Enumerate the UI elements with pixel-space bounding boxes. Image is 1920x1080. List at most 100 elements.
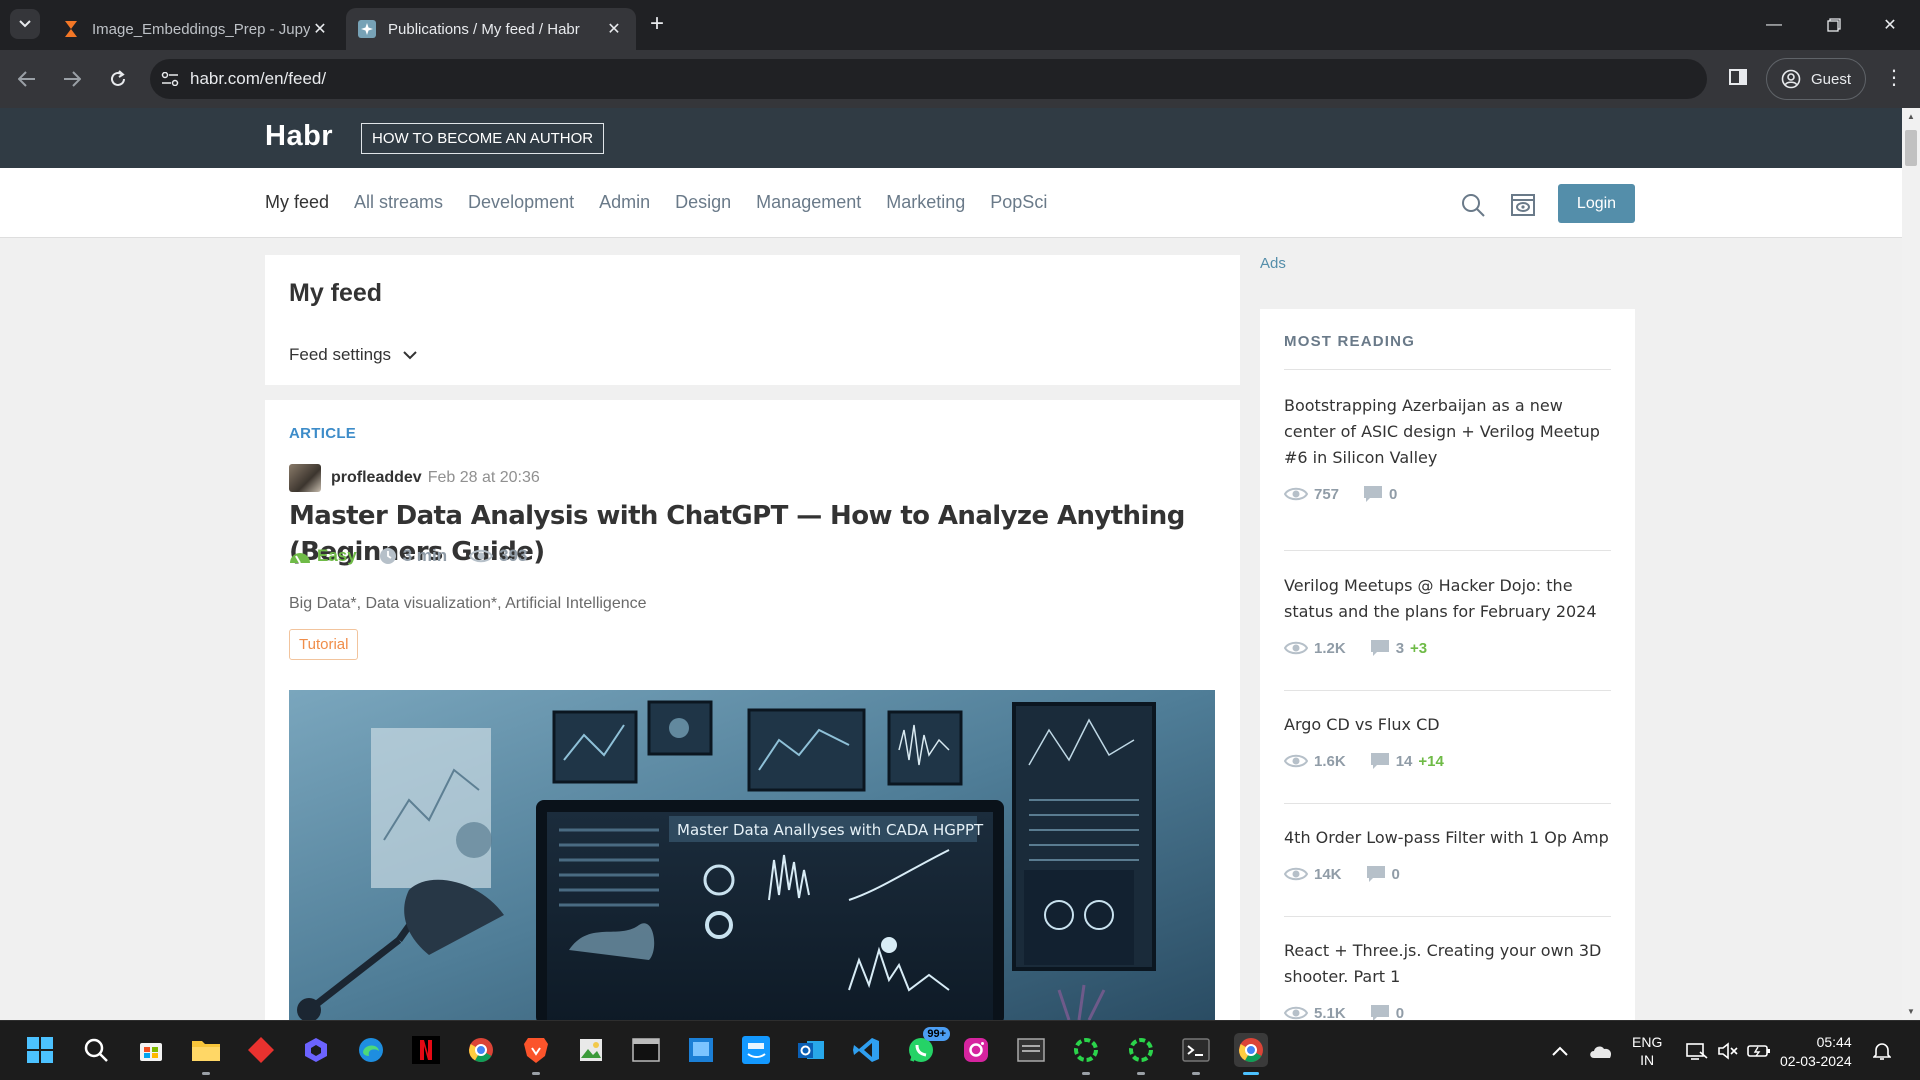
nav-all-streams[interactable]: All streams xyxy=(354,192,443,213)
outlook-icon[interactable] xyxy=(794,1033,828,1067)
site-info-icon[interactable] xyxy=(150,72,190,86)
tutorial-tag[interactable]: Tutorial xyxy=(289,629,359,660)
feed-settings-label: Feed settings xyxy=(289,345,392,364)
file-explorer-icon[interactable] xyxy=(189,1033,223,1075)
post-title[interactable]: Bootstrapping Azerbaijan as a new center… xyxy=(1284,393,1611,471)
feed-settings-toggle[interactable]: Feed settings xyxy=(289,345,417,365)
network-icon[interactable] xyxy=(1686,1021,1708,1080)
tab-search-button[interactable] xyxy=(10,9,40,39)
article-lead-image[interactable]: Master Data Anallyses with CADA HGPPT xyxy=(289,690,1215,1020)
vscode-icon[interactable] xyxy=(849,1033,883,1067)
restore-icon[interactable] xyxy=(1804,0,1864,50)
address-bar[interactable]: habr.com/en/feed/ xyxy=(150,59,1707,99)
close-tab-icon[interactable]: ✕ xyxy=(310,19,330,39)
post-title[interactable]: Argo CD vs Flux CD xyxy=(1284,712,1611,738)
language-indicator[interactable]: ENG IN xyxy=(1632,1021,1662,1080)
page-scrollbar[interactable]: ▲ ▼ xyxy=(1902,108,1920,1020)
microsoft-store-icon[interactable] xyxy=(134,1033,168,1067)
chevron-down-icon xyxy=(403,350,417,359)
scroll-up-icon[interactable]: ▲ xyxy=(1907,112,1915,121)
app-window-gray-icon[interactable] xyxy=(1014,1033,1048,1067)
reload-icon[interactable] xyxy=(103,64,133,94)
chrome-active-icon[interactable] xyxy=(1234,1033,1268,1075)
browser-menu-icon[interactable]: ⋮ xyxy=(1884,66,1904,90)
notification-bell-icon[interactable] xyxy=(1873,1021,1891,1080)
ads-label[interactable]: Ads xyxy=(1260,255,1286,272)
scroll-down-icon[interactable]: ▼ xyxy=(1907,1007,1915,1016)
article-hubs[interactable]: Big Data*, Data visualization*, Artifici… xyxy=(289,595,647,613)
login-button[interactable]: Login xyxy=(1558,184,1635,223)
become-author-button[interactable]: HOW TO BECOME AN AUTHOR xyxy=(361,123,605,154)
tab-jupyter[interactable]: Image_Embeddings_Prep - Jupy ✕ xyxy=(50,8,342,50)
app-blue-window-icon[interactable] xyxy=(684,1033,718,1067)
comments-count[interactable]: 0 xyxy=(1370,1004,1410,1020)
clock-date: 02-03-2024 xyxy=(1780,1053,1852,1069)
habr-header: Habr HOW TO BECOME AN AUTHOR xyxy=(0,108,1902,168)
feed-header-card: My feed Feed settings xyxy=(265,255,1240,385)
nav-management[interactable]: Management xyxy=(756,192,861,213)
close-window-icon[interactable]: ✕ xyxy=(1860,0,1920,50)
nav-popsci[interactable]: PopSci xyxy=(990,192,1047,213)
terminal-icon[interactable] xyxy=(1179,1033,1213,1075)
divider xyxy=(1284,369,1611,370)
new-tab-icon[interactable]: + xyxy=(650,10,664,38)
running-indicator xyxy=(1137,1072,1145,1075)
close-tab-icon[interactable]: ✕ xyxy=(604,19,624,39)
volume-muted-icon[interactable] xyxy=(1717,1021,1739,1080)
avatar[interactable] xyxy=(289,464,321,492)
battery-icon[interactable] xyxy=(1747,1021,1771,1080)
reading-settings-icon[interactable] xyxy=(1510,192,1536,218)
windows-start-icon[interactable] xyxy=(23,1033,57,1067)
search-icon[interactable] xyxy=(1460,192,1486,218)
comments-count[interactable]: 14 +14 xyxy=(1370,752,1444,770)
nav-design[interactable]: Design xyxy=(675,192,731,213)
post-title[interactable]: 4th Order Low-pass Filter with 1 Op Amp xyxy=(1284,825,1611,851)
comment-icon xyxy=(1370,753,1389,769)
whatsapp-icon[interactable]: 99+ xyxy=(904,1027,950,1067)
profile-button[interactable]: Guest xyxy=(1766,58,1866,100)
comments-value: 0 xyxy=(1395,1004,1405,1021)
divider xyxy=(1284,550,1611,551)
article-meta: Easy 3 min 393 xyxy=(289,546,527,566)
side-panel-icon[interactable] xyxy=(1728,67,1748,87)
comments-value: 0 xyxy=(1391,865,1400,883)
eye-icon xyxy=(1284,1006,1308,1020)
scrollbar-thumb[interactable] xyxy=(1905,130,1917,166)
terminal-window-icon[interactable] xyxy=(629,1033,663,1067)
chrome-icon[interactable] xyxy=(464,1033,498,1067)
netflix-icon[interactable] xyxy=(409,1033,443,1067)
instagram-icon[interactable] xyxy=(959,1033,993,1067)
prime-video-icon[interactable] xyxy=(739,1033,773,1067)
edge-icon[interactable] xyxy=(354,1033,388,1067)
nav-development[interactable]: Development xyxy=(468,192,574,213)
show-hidden-icons[interactable] xyxy=(1552,1021,1568,1080)
publish-date: Feb 28 at 20:36 xyxy=(427,469,540,486)
nav-marketing[interactable]: Marketing xyxy=(886,192,965,213)
post-title[interactable]: React + Three.js. Creating your own 3D s… xyxy=(1284,938,1611,990)
brave-icon[interactable] xyxy=(519,1033,553,1075)
nav-admin[interactable]: Admin xyxy=(599,192,650,213)
copilot-icon[interactable] xyxy=(299,1033,333,1067)
post-title[interactable]: Verilog Meetups @ Hacker Dojo: the statu… xyxy=(1284,573,1611,625)
most-reading-title: MOST READING xyxy=(1284,333,1416,350)
comments-count[interactable]: 3 +3 xyxy=(1370,639,1427,657)
comments-count[interactable]: 0 xyxy=(1363,485,1403,503)
onedrive-icon[interactable] xyxy=(1589,1021,1613,1080)
minimize-icon[interactable]: — xyxy=(1744,0,1804,50)
comments-count[interactable]: 0 xyxy=(1366,865,1406,883)
image-viewer-icon[interactable] xyxy=(574,1033,608,1067)
app-red-diamond-icon[interactable] xyxy=(244,1033,278,1067)
search-icon[interactable] xyxy=(79,1033,113,1067)
app-green-ring-icon[interactable] xyxy=(1124,1033,1158,1075)
author-name[interactable]: profleaddev xyxy=(331,469,422,487)
views-count: 757 xyxy=(1284,486,1339,503)
nav-my-feed[interactable]: My feed xyxy=(265,192,329,213)
back-arrow-icon[interactable] xyxy=(12,64,42,94)
main-nav: My feed All streams Development Admin De… xyxy=(0,168,1902,238)
system-clock[interactable]: 05:44 02-03-2024 xyxy=(1780,1033,1852,1071)
tab-habr[interactable]: Publications / My feed / Habr ✕ xyxy=(346,8,636,50)
running-indicator xyxy=(1192,1072,1200,1075)
forward-arrow-icon[interactable] xyxy=(57,64,87,94)
app-green-ring-icon[interactable] xyxy=(1069,1033,1103,1075)
habr-logo[interactable]: Habr xyxy=(265,120,333,153)
